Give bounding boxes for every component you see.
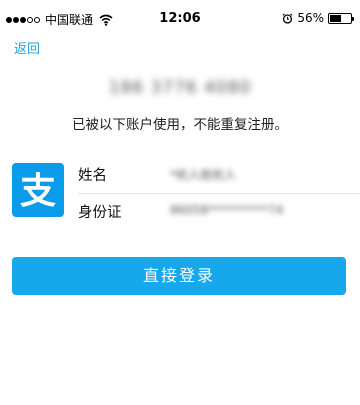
id-label: 身份证	[78, 205, 122, 221]
id-value: 86058**********74	[170, 203, 284, 217]
name-row: 姓名 *杭人姓杭人	[78, 161, 360, 191]
battery-status: 56%	[282, 11, 354, 25]
id-row: 身份证 86058**********74	[78, 198, 360, 228]
row-divider	[78, 193, 360, 194]
battery-icon	[328, 12, 354, 24]
back-button[interactable]: 返回	[14, 38, 40, 57]
registered-phone-number: 186 3776 4080	[108, 78, 252, 98]
name-value: *杭人姓杭人	[170, 168, 237, 182]
already-registered-message: 已被以下账户使用，不能重复注册。	[72, 117, 288, 133]
alarm-icon	[282, 13, 293, 24]
alipay-logo-glyph: 支	[20, 171, 56, 212]
status-bar: 中国联通 12:06 56%	[0, 0, 360, 36]
name-label: 姓名	[78, 168, 107, 184]
alipay-logo-icon: 支	[12, 163, 64, 217]
battery-percent: 56%	[297, 11, 324, 25]
direct-login-button[interactable]: 直接登录	[12, 257, 346, 295]
